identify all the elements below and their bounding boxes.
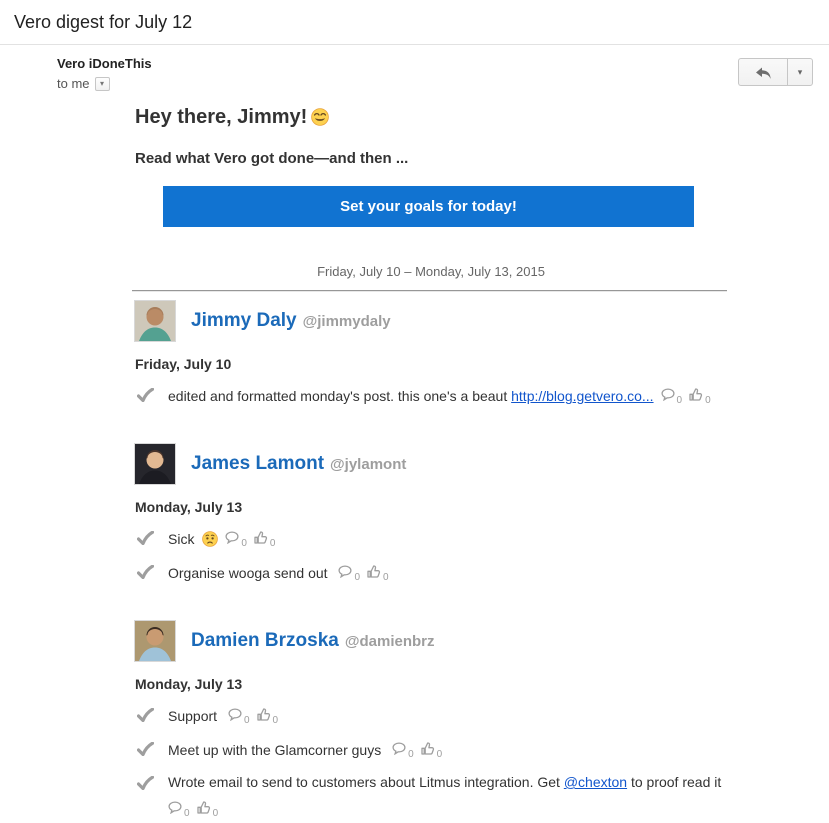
sender-block: Vero iDoneThis to me ▾: [57, 56, 152, 91]
person-section: James Lamont @jylamont Monday, July 13 S…: [135, 444, 727, 583]
person-handle: @jimmydaly: [303, 313, 391, 330]
comment-icon: [661, 388, 675, 401]
comment-count: 0: [677, 391, 683, 410]
comment-count: 0: [244, 711, 250, 730]
thumbs-up-icon: [421, 742, 435, 755]
person-header: James Lamont @jylamont: [135, 444, 727, 484]
task-row: Sick 00: [135, 528, 727, 549]
task-text: edited and formatted monday's post. this…: [168, 388, 511, 404]
comment-count: 0: [408, 745, 414, 764]
check-icon: [137, 708, 154, 722]
show-details-button[interactable]: ▾: [95, 77, 110, 91]
comment-icon: [228, 708, 242, 721]
task-row: Support 00: [135, 705, 727, 726]
like-count: 0: [273, 711, 279, 730]
likes-stat[interactable]: 0: [689, 385, 711, 404]
comments-stat[interactable]: 0: [168, 798, 190, 817]
task-text-after: to proof read it: [627, 774, 721, 790]
like-count: 0: [383, 568, 389, 587]
email-subject: Vero digest for July 12: [14, 12, 813, 33]
avatar[interactable]: [135, 444, 175, 484]
grinning-face-emoji: [311, 108, 329, 126]
comment-icon: [225, 531, 239, 544]
reply-arrow-icon: [753, 63, 773, 81]
task-text: Support: [168, 708, 221, 724]
mention-link[interactable]: @chexton: [564, 774, 627, 790]
like-count: 0: [437, 745, 443, 764]
task-text: Sick: [168, 531, 198, 547]
likes-stat[interactable]: 0: [197, 798, 219, 817]
thumbs-up-icon: [254, 531, 268, 544]
message-header: Vero iDoneThis to me ▾ ▾: [0, 45, 829, 91]
like-count: 0: [270, 534, 276, 553]
comment-icon: [338, 565, 352, 578]
greeting-text: Hey there, Jimmy!: [135, 106, 307, 128]
like-count: 0: [213, 804, 219, 823]
day-heading: Monday, July 13: [135, 499, 727, 515]
check-icon: [137, 565, 154, 579]
task-text: Organise wooga send out: [168, 565, 331, 581]
task-text: Wrote email to send to customers about L…: [168, 774, 564, 790]
avatar[interactable]: [135, 621, 175, 661]
thread-header: Vero digest for July 12: [0, 0, 829, 44]
person-header: Jimmy Daly @jimmydaly: [135, 301, 727, 341]
recipient-label: to me: [57, 76, 90, 91]
comments-stat[interactable]: 0: [338, 562, 360, 581]
email-body: Hey there, Jimmy! Read what Vero got don…: [135, 106, 727, 819]
task-row: Meet up with the Glamcorner guys 00: [135, 739, 727, 760]
thumbs-up-icon: [197, 801, 211, 814]
person-handle: @jylamont: [330, 456, 406, 473]
reply-button-group: ▾: [738, 58, 813, 86]
check-icon: [137, 388, 154, 402]
comment-count: 0: [184, 804, 190, 823]
likes-stat[interactable]: 0: [257, 705, 279, 724]
thumbs-up-icon: [367, 565, 381, 578]
check-icon: [137, 776, 154, 790]
task-link[interactable]: http://blog.getvero.co...: [511, 388, 653, 404]
comment-count: 0: [241, 534, 247, 553]
comments-stat[interactable]: 0: [228, 705, 250, 724]
likes-stat[interactable]: 0: [254, 528, 276, 547]
sender-name[interactable]: Vero iDoneThis: [57, 56, 152, 71]
worried-face-emoji: [202, 531, 218, 547]
check-icon: [137, 742, 154, 756]
like-count: 0: [705, 391, 711, 410]
task-row: edited and formatted monday's post. this…: [135, 385, 727, 406]
greeting-heading: Hey there, Jimmy!: [135, 106, 727, 129]
likes-stat[interactable]: 0: [421, 739, 443, 758]
intro-text: Read what Vero got done—and then ...: [135, 150, 727, 167]
task-row: Organise wooga send out 00: [135, 562, 727, 583]
thumbs-up-icon: [257, 708, 271, 721]
comment-count: 0: [354, 568, 360, 587]
comments-stat[interactable]: 0: [661, 385, 683, 404]
likes-stat[interactable]: 0: [367, 562, 389, 581]
person-section: Damien Brzoska @damienbrz Monday, July 1…: [135, 621, 727, 819]
person-section: Jimmy Daly @jimmydaly Friday, July 10 ed…: [135, 301, 727, 406]
comments-stat[interactable]: 0: [225, 528, 247, 547]
task-row: Wrote email to send to customers about L…: [135, 773, 727, 819]
section-divider: [132, 290, 727, 292]
thumbs-up-icon: [689, 388, 703, 401]
recipient-row: to me ▾: [57, 76, 152, 91]
set-goals-button[interactable]: Set your goals for today!: [163, 186, 694, 227]
comments-stat[interactable]: 0: [392, 739, 414, 758]
more-actions-button[interactable]: ▾: [787, 58, 813, 86]
day-heading: Monday, July 13: [135, 676, 727, 692]
person-name[interactable]: Jimmy Daly: [191, 310, 297, 332]
person-header: Damien Brzoska @damienbrz: [135, 621, 727, 661]
comment-icon: [392, 742, 406, 755]
task-text: Meet up with the Glamcorner guys: [168, 742, 385, 758]
person-name[interactable]: James Lamont: [191, 453, 324, 475]
reply-button[interactable]: [738, 58, 787, 86]
comment-icon: [168, 801, 182, 814]
check-icon: [137, 531, 154, 545]
avatar[interactable]: [135, 301, 175, 341]
person-handle: @damienbrz: [345, 633, 435, 650]
person-name[interactable]: Damien Brzoska: [191, 630, 339, 652]
day-heading: Friday, July 10: [135, 356, 727, 372]
digest-date-range: Friday, July 10 – Monday, July 13, 2015: [135, 264, 727, 279]
